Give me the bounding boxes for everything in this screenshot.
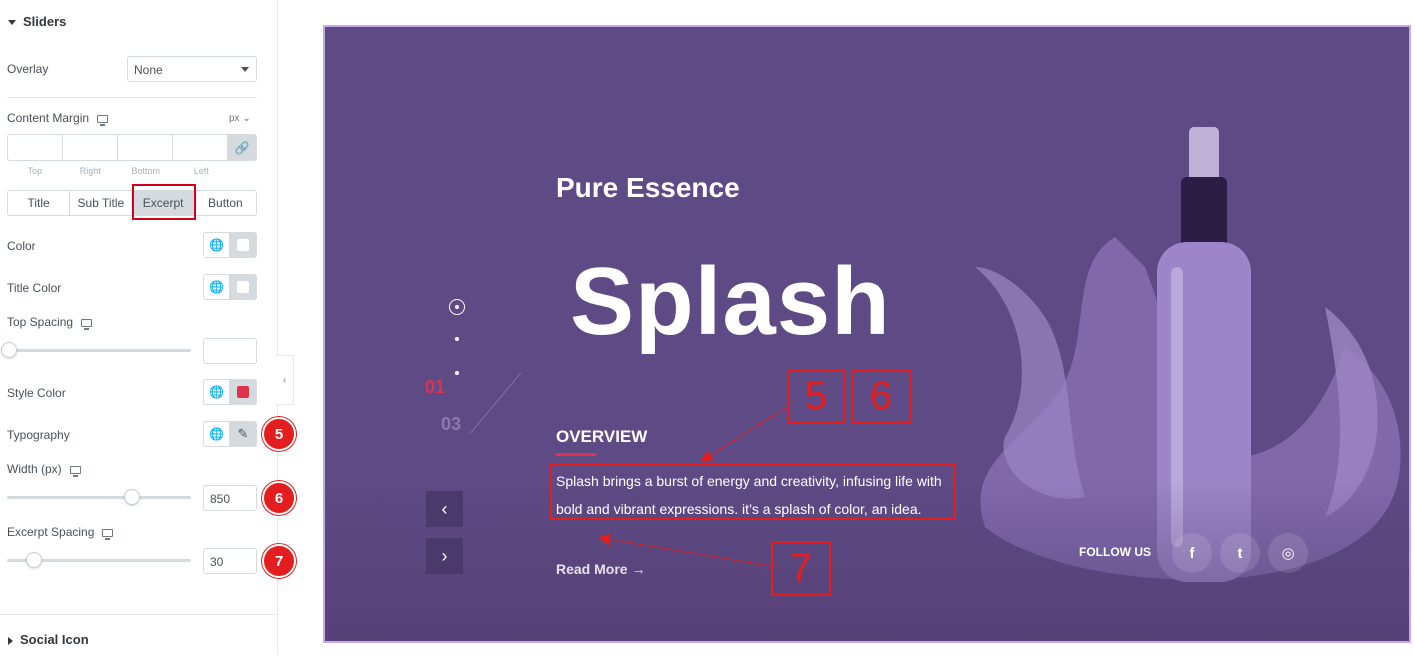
typography-control[interactable]: 🌐 ✎ <box>203 421 257 447</box>
style-color-swatch[interactable] <box>230 380 256 404</box>
top-spacing-slider[interactable] <box>1 342 191 358</box>
annotation-badge-6: 6 <box>262 481 296 515</box>
globe-icon[interactable]: 🌐 <box>204 380 230 404</box>
chevron-left-icon: ‹ <box>282 374 287 386</box>
caret-down-icon <box>8 20 16 26</box>
prev-slide-button[interactable]: ‹ <box>426 491 463 527</box>
tab-sub-title[interactable]: Sub Title <box>70 191 133 215</box>
next-slide-button[interactable]: › <box>426 538 463 574</box>
chevron-left-icon: ‹ <box>441 498 448 519</box>
page-total: 03 <box>441 414 462 434</box>
width-slider[interactable] <box>7 489 191 505</box>
slider-preview: Pure Essence Splash OVERVIEW Splash brin… <box>323 25 1411 643</box>
slider-handle[interactable] <box>1 342 17 358</box>
slide-title: Splash <box>570 248 891 355</box>
annotation-badge-7: 7 <box>262 544 296 578</box>
margin-labels: Top Right Bottom Left <box>27 166 209 176</box>
section-sliders[interactable]: Sliders <box>8 14 66 29</box>
follow-us-label: FOLLOW US <box>1079 545 1151 559</box>
width-input[interactable]: 850 <box>203 485 257 511</box>
unit-select[interactable]: px ⌄ <box>229 113 251 124</box>
typography-label: Typography <box>7 428 70 442</box>
collapse-panel-button[interactable]: ‹ <box>276 355 294 405</box>
page-current: 01 <box>425 377 446 397</box>
editor-panel: Sliders Overlay None Content Margin px ⌄… <box>0 0 296 654</box>
facebook-icon[interactable]: f <box>1172 533 1212 573</box>
globe-icon[interactable]: 🌐 <box>204 233 230 257</box>
dot[interactable] <box>455 337 459 341</box>
dot[interactable] <box>455 371 459 375</box>
dot-active[interactable] <box>449 299 465 315</box>
read-more-link[interactable]: Read More → <box>556 561 645 577</box>
annotation-6: 6 <box>851 370 911 423</box>
annotation-badge-5: 5 <box>262 417 296 451</box>
highlight-box <box>132 184 196 220</box>
margin-inputs: 🔗 <box>7 134 257 161</box>
divider <box>7 97 257 98</box>
desktop-icon[interactable] <box>97 114 109 126</box>
excerpt-highlight <box>550 463 956 520</box>
width-label: Width (px) <box>7 462 81 477</box>
pencil-icon[interactable]: ✎ <box>230 422 256 446</box>
caret-right-icon <box>8 636 13 645</box>
overview-heading: OVERVIEW <box>556 427 648 446</box>
title-color-control[interactable]: 🌐 <box>203 274 257 300</box>
top-spacing-input[interactable] <box>203 338 257 364</box>
content-margin-label: Content Margin <box>7 111 109 126</box>
margin-left-input[interactable] <box>173 135 228 160</box>
color-control[interactable]: 🌐 <box>203 232 257 258</box>
color-swatch[interactable] <box>230 233 256 257</box>
section-social-icon[interactable]: Social Icon <box>0 614 278 664</box>
slider-handle[interactable] <box>124 489 140 505</box>
annotation-7: 7 <box>771 541 831 596</box>
excerpt-spacing-input[interactable]: 30 <box>203 548 257 574</box>
margin-bottom-input[interactable] <box>118 135 173 160</box>
title-color-label: Title Color <box>7 281 62 295</box>
style-color-label: Style Color <box>7 386 66 400</box>
color-label: Color <box>7 239 36 253</box>
desktop-icon[interactable] <box>69 465 81 477</box>
overlay-label: Overlay <box>7 62 49 76</box>
globe-icon[interactable]: 🌐 <box>204 422 230 446</box>
margin-top-input[interactable] <box>8 135 63 160</box>
margin-right-input[interactable] <box>63 135 118 160</box>
chevron-right-icon: › <box>441 545 448 566</box>
twitter-icon[interactable]: t <box>1220 533 1260 573</box>
desktop-icon[interactable] <box>81 318 93 330</box>
title-color-swatch[interactable] <box>230 275 256 299</box>
globe-icon[interactable]: 🌐 <box>204 275 230 299</box>
tab-title[interactable]: Title <box>8 191 71 215</box>
slider-handle[interactable] <box>26 552 42 568</box>
tab-button[interactable]: Button <box>195 191 256 215</box>
instagram-icon[interactable]: ◎ <box>1268 533 1308 573</box>
link-icon[interactable]: 🔗 <box>228 135 256 160</box>
excerpt-spacing-label: Excerpt Spacing <box>7 525 114 540</box>
top-spacing-label: Top Spacing <box>7 315 93 330</box>
desktop-icon[interactable] <box>102 528 114 540</box>
excerpt-spacing-slider[interactable] <box>7 552 191 568</box>
chevron-down-icon <box>241 67 249 72</box>
overlay-select[interactable]: None <box>127 56 257 82</box>
style-color-control[interactable]: 🌐 <box>203 379 257 405</box>
annotation-5: 5 <box>787 370 845 423</box>
slide-subtitle: Pure Essence <box>556 172 740 203</box>
overview-underline <box>556 453 596 456</box>
